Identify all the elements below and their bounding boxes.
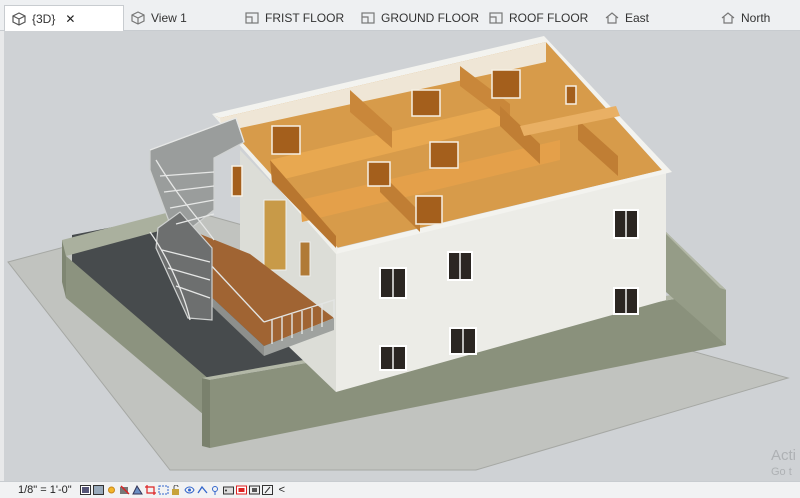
sun-path-icon[interactable]	[106, 485, 117, 495]
tab-north[interactable]: North	[714, 6, 770, 30]
worksharing-display-icon[interactable]	[222, 485, 234, 495]
floor-plan-icon	[488, 11, 504, 25]
temporary-hide-icon[interactable]	[184, 485, 195, 495]
3d-viewport[interactable]	[4, 31, 800, 481]
tab-3d[interactable]: {3D} ✕	[4, 5, 124, 32]
elevation-icon	[720, 11, 736, 25]
rendering-icon[interactable]	[131, 484, 143, 495]
shadows-icon[interactable]	[119, 485, 130, 495]
tab-roof-floor[interactable]: ROOF FLOOR	[482, 6, 588, 30]
cube-icon	[11, 12, 27, 26]
collapse-toggle[interactable]: <	[279, 484, 285, 496]
tab-label: FRIST FLOOR	[265, 11, 345, 25]
scale-selector[interactable]: 1/8" = 1'-0"	[18, 484, 72, 496]
tab-label: GROUND FLOOR	[381, 11, 480, 25]
view-control-bar: 1/8" = 1'-0" <	[0, 481, 800, 498]
highlight-displacement-icon[interactable]	[235, 485, 247, 495]
close-icon[interactable]: ✕	[65, 12, 75, 26]
tab-label: ROOF FLOOR	[509, 11, 589, 25]
tab-ground-floor[interactable]: GROUND FLOOR	[354, 6, 479, 30]
building-model	[7, 36, 790, 471]
temporary-properties-icon[interactable]	[210, 485, 221, 495]
tab-view-1[interactable]: View 1	[124, 6, 187, 30]
tab-frist-floor[interactable]: FRIST FLOOR	[238, 6, 344, 30]
floor-plan-icon	[244, 11, 260, 25]
tab-east[interactable]: East	[598, 6, 649, 30]
watermark-line-2: Go t	[770, 466, 792, 478]
analytical-model-icon[interactable]	[261, 485, 273, 495]
tab-label: East	[625, 11, 650, 25]
activation-watermark: Acti Go t	[771, 447, 796, 479]
elevation-icon	[604, 11, 620, 25]
unlocked-view-icon[interactable]	[171, 484, 182, 495]
watermark-line-1: Acti	[770, 447, 796, 464]
view-tab-bar: {3D} ✕ View 1 FRIST FLOOR GROUND FLOOR R…	[0, 0, 800, 32]
visual-style-icon[interactable]	[92, 485, 104, 495]
crop-view-icon[interactable]	[144, 485, 156, 495]
reveal-hidden-icon[interactable]	[197, 485, 208, 495]
reveal-constraints-icon[interactable]	[248, 485, 260, 495]
tab-label: View 1	[151, 11, 187, 25]
floor-plan-icon	[360, 11, 376, 25]
cube-icon	[130, 11, 146, 25]
tab-label: {3D}	[32, 12, 56, 26]
detail-level-icon[interactable]	[79, 485, 91, 495]
show-crop-region-icon[interactable]	[158, 485, 169, 495]
tab-label: North	[741, 11, 771, 25]
